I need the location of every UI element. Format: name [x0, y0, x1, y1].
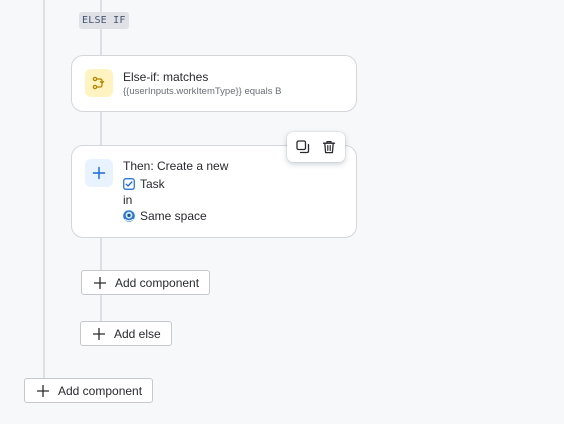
add-component-label: Add component — [115, 275, 200, 290]
plus-icon — [92, 166, 106, 180]
action-space: Same space — [123, 208, 207, 224]
inner-connector-line-mid — [100, 29, 102, 55]
condition-icon-box — [85, 69, 113, 97]
else-if-tag: ELSE IF — [79, 12, 129, 29]
duplicate-icon — [296, 140, 309, 154]
space-label: Same space — [140, 209, 207, 223]
add-else-button[interactable]: Add else — [80, 321, 172, 346]
branch-icon — [92, 76, 105, 90]
action-item-type: Task — [123, 176, 165, 192]
action-title: Then: Create a new — [123, 159, 229, 173]
add-component-button-inner[interactable]: Add component — [81, 270, 211, 295]
trash-icon — [323, 140, 336, 154]
space-avatar-icon — [123, 210, 135, 222]
plus-icon — [93, 327, 105, 340]
inner-connector-line-between — [100, 112, 102, 145]
condition-subtitle: {{userInputs.workItemType}} equals B — [123, 86, 282, 97]
add-else-label: Add else — [114, 326, 161, 341]
else-if-condition-card[interactable]: Else-if: matches {{userInputs.workItemTy… — [71, 55, 357, 112]
add-component-button-outer[interactable]: Add component — [24, 378, 154, 403]
inner-connector-line-top — [100, 0, 102, 12]
outer-connector-line — [43, 0, 45, 378]
duplicate-button[interactable] — [292, 136, 314, 158]
plus-icon — [94, 276, 106, 289]
add-component-label: Add component — [58, 383, 143, 398]
action-icon-box — [85, 159, 113, 187]
condition-title: Else-if: matches — [123, 70, 209, 84]
delete-button[interactable] — [318, 136, 340, 158]
action-in-label: in — [123, 192, 132, 208]
action-item-type-label: Task — [140, 177, 165, 191]
in-label: in — [123, 193, 133, 207]
card-actions-toolbar — [287, 132, 345, 162]
task-checkbox-icon — [123, 178, 135, 190]
plus-icon — [37, 384, 49, 397]
